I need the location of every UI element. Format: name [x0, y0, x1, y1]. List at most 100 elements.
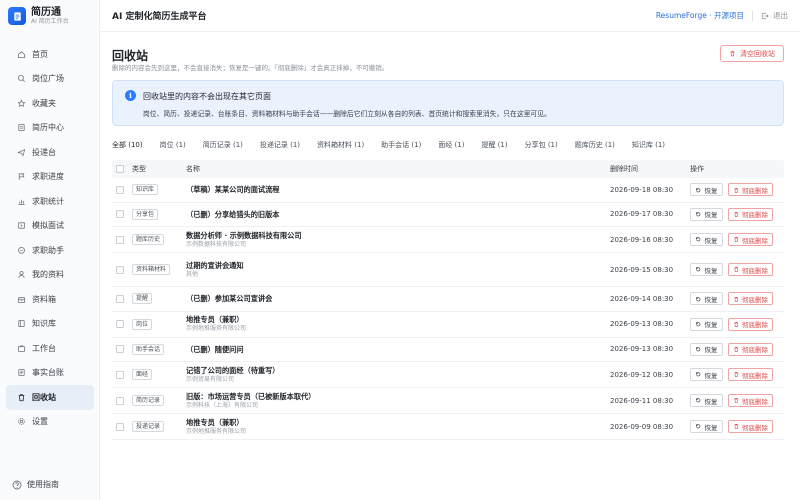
delete-permanently-button[interactable]: 彻底删除 — [727, 420, 773, 433]
sidebar-item-8[interactable]: 求职助手 — [6, 238, 94, 263]
sidebar-item-14[interactable]: 回收站 — [6, 385, 94, 410]
filter-tab[interactable]: 岗位 (1) — [160, 136, 186, 154]
restore-button[interactable]: 恢复 — [690, 207, 723, 221]
item-subtitle: 示例科技（上海）有限公司 — [186, 401, 259, 409]
item-subtitle: 示例地推服务有限公司 — [186, 325, 247, 332]
sidebar-item-15[interactable]: 设置 — [6, 410, 94, 435]
sidebar-item-7[interactable]: 模拟面试 — [6, 214, 94, 239]
filter-tab[interactable]: 投递记录 (1) — [260, 136, 300, 154]
restore-icon — [695, 424, 701, 429]
restore-button[interactable]: 恢复 — [690, 342, 723, 356]
restore-icon — [695, 347, 701, 352]
filter-tab[interactable]: 分享包 (1) — [525, 136, 558, 154]
restore-icon — [695, 267, 701, 272]
restore-icon — [695, 398, 701, 403]
restore-label: 恢复 — [704, 186, 718, 195]
table-row: 投递记录 地推专员（兼职） 示例地推服务有限公司 2026-09-09 08:30 恢复… — [112, 414, 784, 440]
delete-permanently-button[interactable]: 彻底删除 — [727, 183, 773, 197]
item-subtitle: 示例贸易有限公司 — [186, 375, 235, 383]
restore-button[interactable]: 恢复 — [690, 420, 723, 433]
delete-label: 彻底删除 — [742, 236, 768, 245]
filter-tab[interactable]: 知识库 (1) — [632, 136, 665, 154]
restore-button[interactable]: 恢复 — [690, 233, 723, 246]
clear-trash-label: 清空回收站 — [740, 49, 775, 58]
row-checkbox[interactable] — [116, 185, 124, 194]
restore-button[interactable]: 恢复 — [690, 368, 723, 381]
restore-button[interactable]: 恢复 — [690, 183, 723, 197]
filter-tab[interactable]: 题库历史 (1) — [575, 136, 615, 154]
sidebar-item-11[interactable]: 知识库 — [6, 312, 94, 337]
filter-tab[interactable]: 资料箱材料 (1) — [317, 136, 364, 154]
sidebar-item-label: 收藏夹 — [32, 98, 56, 108]
filter-tab[interactable]: 提醒 (1) — [481, 136, 507, 154]
filter-tab[interactable]: 全部 (10) — [112, 136, 143, 154]
delete-permanently-button[interactable]: 彻底删除 — [727, 317, 773, 331]
row-checkbox[interactable] — [116, 370, 124, 379]
delete-permanently-button[interactable]: 彻底删除 — [727, 207, 773, 221]
delete-permanently-button[interactable]: 彻底删除 — [727, 394, 773, 407]
type-badge: 助手会话 — [132, 343, 165, 355]
sidebar-item-12[interactable]: 工作台 — [6, 336, 94, 361]
delete-permanently-button[interactable]: 彻底删除 — [727, 233, 773, 246]
delete-permanently-button[interactable]: 彻底删除 — [727, 292, 773, 306]
sidebar-item-5[interactable]: 求职进度 — [6, 165, 94, 190]
sidebar-item-label: 我的资料 — [32, 270, 64, 280]
sidebar-item-2[interactable]: 收藏夹 — [6, 91, 94, 116]
row-checkbox[interactable] — [116, 396, 124, 405]
delete-permanently-button[interactable]: 彻底删除 — [727, 263, 773, 276]
book-icon — [16, 319, 26, 329]
sidebar-item-3[interactable]: 简历中心 — [6, 116, 94, 141]
row-checkbox[interactable] — [116, 265, 124, 274]
row-checkbox[interactable] — [116, 210, 124, 219]
restore-label: 恢复 — [704, 295, 718, 304]
main-content: 回收站 删除的内容会先到这里，不会直接消失；恢复是一键的。「彻底删除」才会真正抹… — [100, 33, 800, 500]
sidebar-item-6[interactable]: 求职统计 — [6, 189, 94, 214]
trash-icon — [733, 424, 738, 430]
trash-table: 类型 名称 删除时间 操作 知识库 （草稿）某某公司的面试流程 2026-09-18… — [112, 160, 784, 440]
logout-button[interactable]: 退出 — [761, 10, 788, 21]
sidebar-item-1[interactable]: 岗位广场 — [6, 67, 94, 92]
type-badge: 分享包 — [132, 208, 159, 220]
page-subtitle: 删除的内容会先到这里，不会直接消失；恢复是一键的。「彻底删除」才会真正抹掉，不可… — [112, 64, 389, 72]
clear-trash-button[interactable]: 清空回收站 — [720, 45, 784, 62]
filter-tab[interactable]: 简历记录 (1) — [203, 136, 243, 154]
sidebar-item-10[interactable]: 资料箱 — [6, 287, 94, 312]
guide-link[interactable]: 使用指南 — [12, 479, 59, 490]
filter-tab[interactable]: 助手会话 (1) — [381, 136, 421, 154]
restore-icon — [695, 212, 701, 217]
sidebar-item-0[interactable]: 首页 — [6, 42, 94, 67]
item-name: （已删）参加某公司宣讲会 — [186, 294, 273, 304]
row-checkbox[interactable] — [116, 235, 124, 244]
flag-icon — [16, 172, 26, 182]
delete-permanently-button[interactable]: 彻底删除 — [727, 368, 773, 381]
sidebar-item-label: 简历中心 — [32, 123, 64, 133]
sidebar-item-9[interactable]: 我的资料 — [6, 263, 94, 288]
trash-icon — [730, 51, 735, 57]
restore-button[interactable]: 恢复 — [690, 317, 723, 331]
filter-tab[interactable]: 面经 (1) — [438, 136, 464, 154]
row-checkbox[interactable] — [116, 422, 124, 431]
restore-button[interactable]: 恢复 — [690, 394, 723, 407]
delete-permanently-button[interactable]: 彻底删除 — [727, 342, 773, 356]
sidebar-item-label: 求职统计 — [32, 196, 64, 206]
project-link[interactable]: ResumeForge · 开源项目 — [656, 10, 744, 21]
sidebar-item-4[interactable]: 投递台 — [6, 140, 94, 165]
row-checkbox[interactable] — [116, 320, 124, 328]
table-header: 类型 名称 删除时间 操作 — [112, 160, 784, 178]
restore-label: 恢复 — [704, 371, 718, 380]
restore-button[interactable]: 恢复 — [690, 292, 723, 306]
table-row: 分享包 （已删）分享给猎头的旧版本 2026-09-17 08:30 恢复 彻底删除 — [112, 203, 784, 227]
row-checkbox[interactable] — [116, 345, 124, 354]
brand[interactable]: 简历通 AI 简历工作台 — [0, 0, 99, 32]
item-subtitle: 示例地推服务有限公司 — [186, 427, 247, 435]
item-name: 地推专员（兼职） — [186, 315, 244, 324]
deleted-time: 2026-09-13 08:30 — [610, 345, 674, 354]
logout-icon — [761, 12, 769, 19]
info-text: 岗位、简历、投递记录、台账条目、资料箱材料与助手会话——删除后它们立刻从各自的列… — [143, 110, 551, 118]
row-checkbox[interactable] — [116, 294, 124, 303]
select-all-checkbox[interactable] — [116, 165, 124, 173]
sidebar-item-13[interactable]: 事实台账 — [6, 361, 94, 386]
item-name: 地推专员（兼职） — [186, 417, 244, 427]
briefcase-icon — [16, 343, 26, 353]
restore-button[interactable]: 恢复 — [690, 263, 723, 276]
